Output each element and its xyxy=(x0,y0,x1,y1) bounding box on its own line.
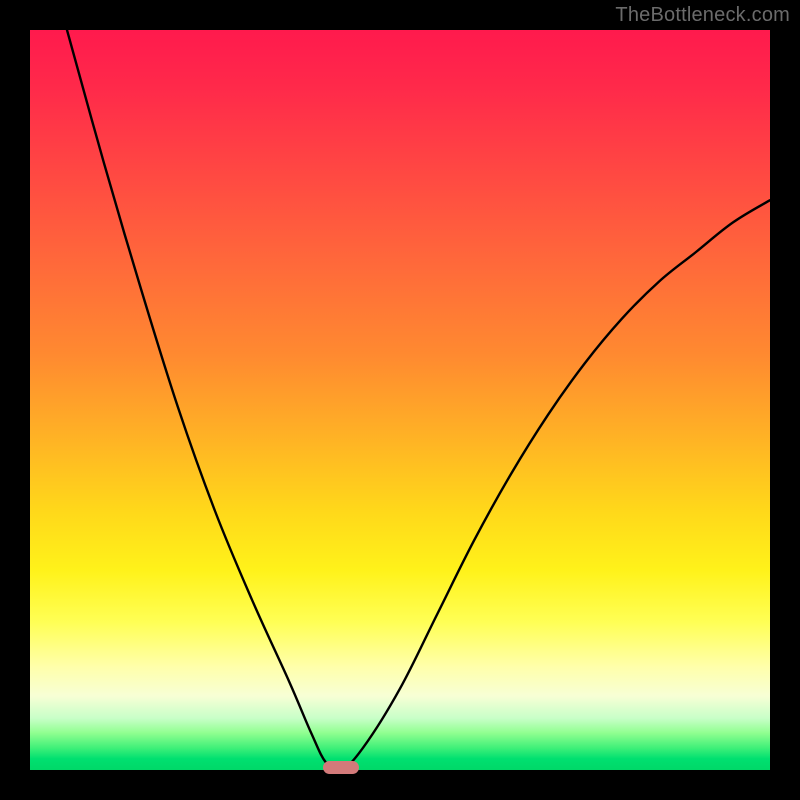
optimal-marker xyxy=(323,761,359,774)
watermark-text: TheBottleneck.com xyxy=(615,4,790,27)
bottleneck-curve xyxy=(30,30,770,770)
plot-area xyxy=(30,30,770,770)
chart-frame: TheBottleneck.com xyxy=(0,0,800,800)
curve-path xyxy=(67,30,770,770)
